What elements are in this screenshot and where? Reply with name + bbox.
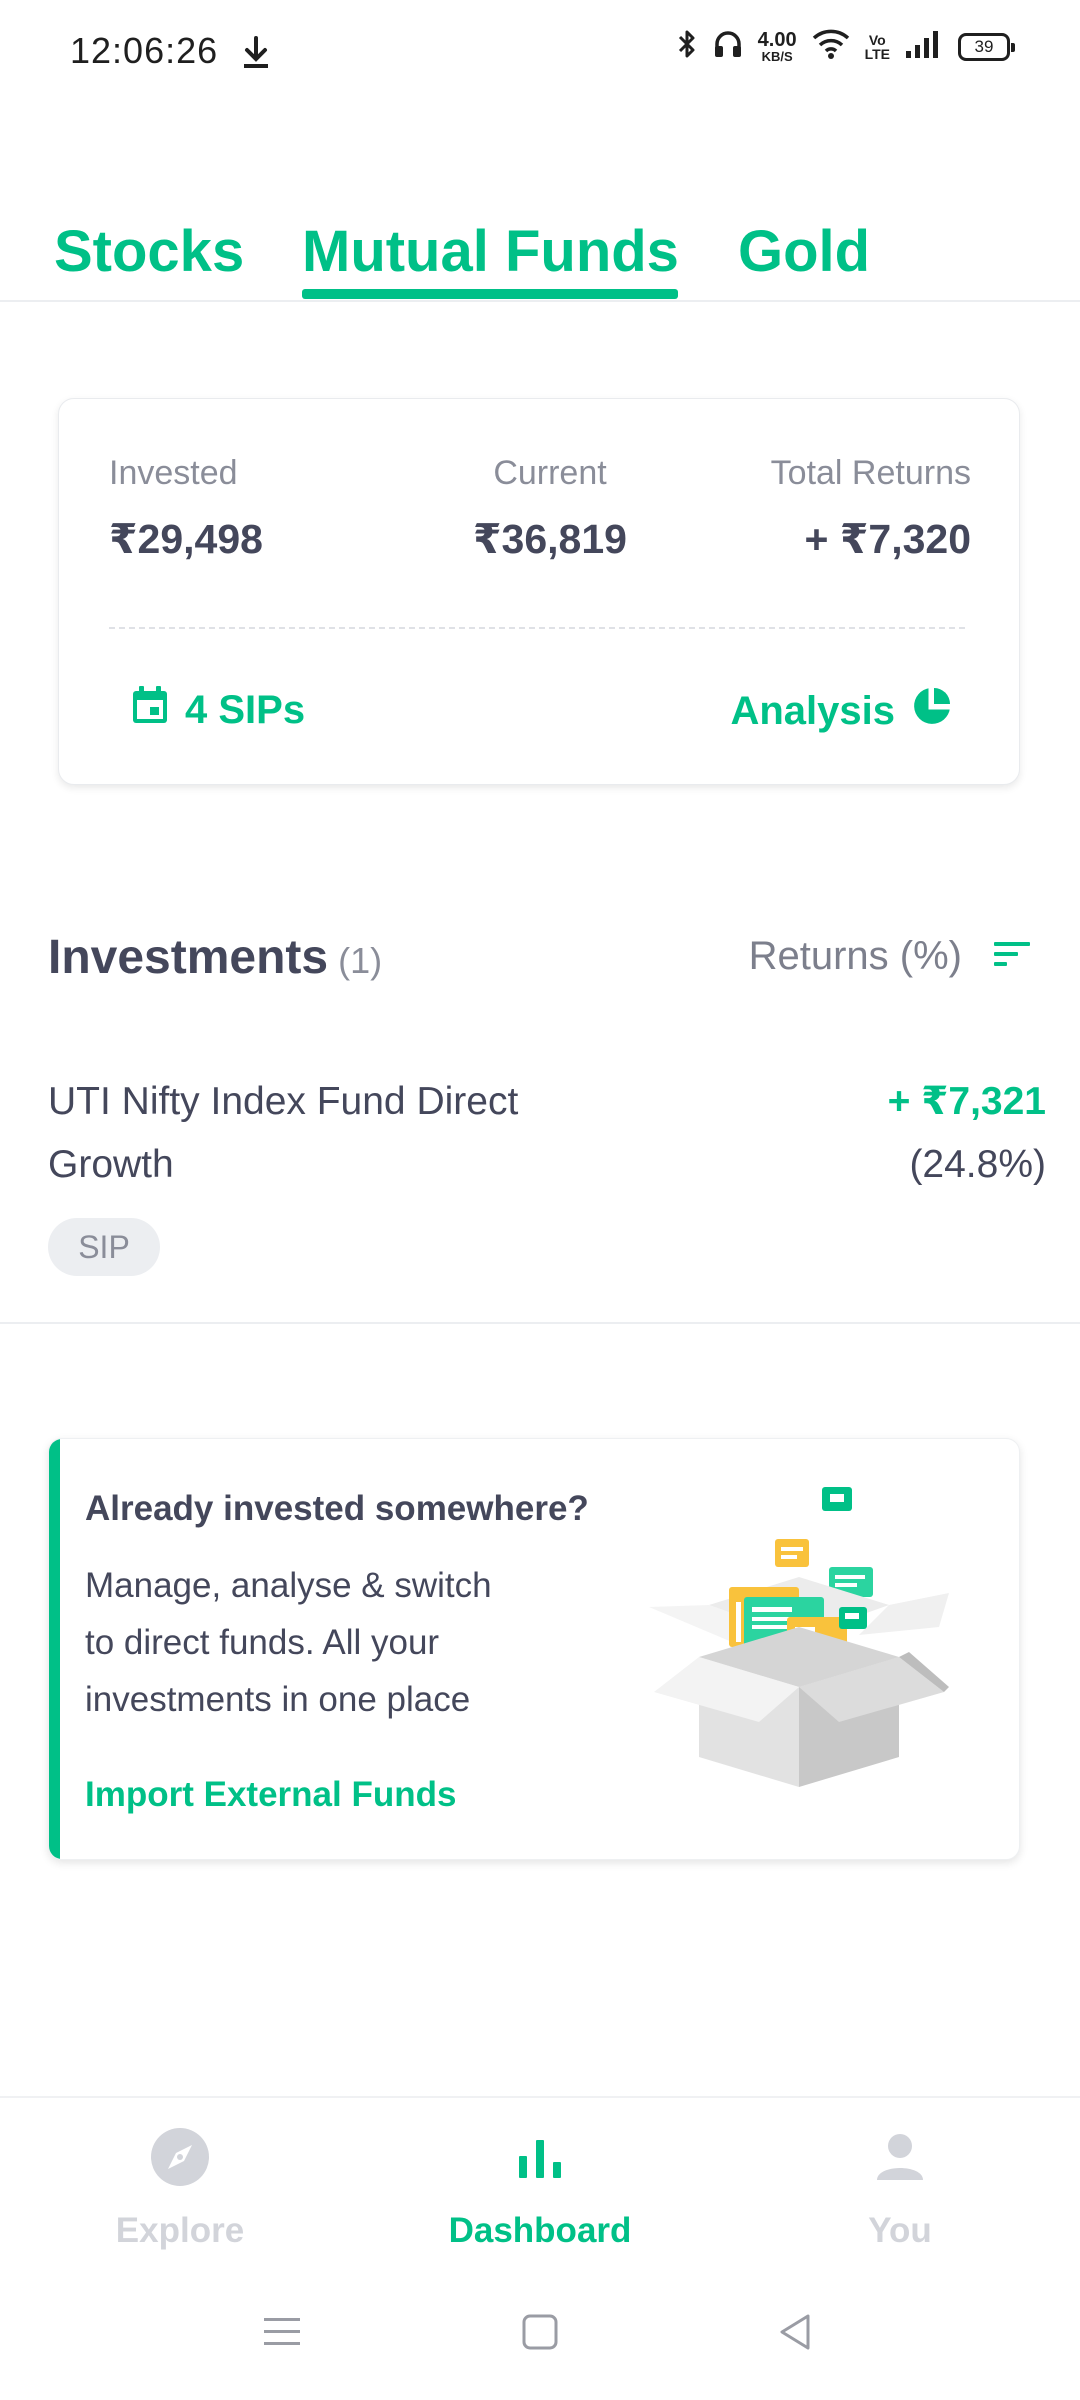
system-navigation-bar <box>0 2280 1080 2400</box>
headphones-icon <box>712 28 744 65</box>
sort-icon <box>992 938 1032 975</box>
portfolio-summary-card: Invested ₹29,498 Current ₹36,819 Total R… <box>58 398 1020 785</box>
nav-you-label: You <box>868 2211 932 2250</box>
bottom-navigation: Explore Dashboard You <box>0 2096 1080 2280</box>
nav-dashboard[interactable]: Dashboard <box>410 2126 670 2251</box>
investments-count: (1) <box>338 940 383 981</box>
total-returns-label: Total Returns <box>770 454 971 492</box>
person-icon <box>869 2126 931 2193</box>
status-bar: 12:06:26 4.00 KB/S Vo LTE 39 <box>0 0 1080 110</box>
tab-mutual-funds[interactable]: Mutual Funds <box>302 217 679 287</box>
download-icon <box>240 36 272 75</box>
investments-title: Investments (1) <box>48 931 383 984</box>
bar-chart-icon <box>509 2126 571 2193</box>
volte-indicator: Vo LTE <box>864 31 890 62</box>
dashed-divider <box>109 627 965 629</box>
status-icons: 4.00 KB/S Vo LTE 39 <box>676 28 1015 65</box>
invested-summary: Invested ₹29,498 <box>109 454 263 563</box>
asset-tabs: Stocks Mutual Funds Gold <box>0 205 1080 302</box>
analysis-button[interactable]: Analysis <box>730 685 953 737</box>
tab-stocks[interactable]: Stocks <box>54 217 244 287</box>
fund-returns: + ₹7,321 (24.8%) <box>888 1070 1046 1196</box>
current-label: Current <box>493 454 607 492</box>
tab-gold[interactable]: Gold <box>738 217 870 287</box>
open-box-illustration <box>649 1467 969 1797</box>
sort-label: Returns (%) <box>748 934 962 978</box>
sips-label: 4 SIPs <box>185 687 306 732</box>
menu-icon[interactable] <box>262 2312 302 2357</box>
investments-header: Investments (1) Returns (%) <box>48 930 1032 990</box>
nav-explore[interactable]: Explore <box>50 2126 310 2251</box>
signal-icon <box>904 29 944 64</box>
active-tab-indicator <box>302 289 678 299</box>
home-icon[interactable] <box>520 2312 560 2357</box>
nav-you[interactable]: You <box>770 2126 1030 2251</box>
current-summary: Current ₹36,819 <box>465 454 635 563</box>
import-description: Manage, analyse & switch to direct funds… <box>85 1566 492 1719</box>
total-returns-value: + ₹7,320 <box>804 516 971 562</box>
sip-tag: SIP <box>48 1218 160 1276</box>
sort-control[interactable]: Returns (%) <box>749 934 1032 979</box>
nav-explore-label: Explore <box>115 2211 245 2250</box>
pie-chart-icon <box>911 685 953 737</box>
back-icon[interactable] <box>776 2312 816 2357</box>
import-external-funds-link[interactable]: Import External Funds <box>85 1775 456 1815</box>
sips-button[interactable]: 4 SIPs <box>131 685 305 735</box>
import-title: Already invested somewhere? <box>85 1489 589 1528</box>
current-value: ₹36,819 <box>473 516 627 562</box>
card-accent-bar <box>49 1439 60 1859</box>
invested-label: Invested <box>109 454 238 492</box>
calendar-icon <box>131 685 169 735</box>
network-speed: 4.00 KB/S <box>757 29 797 64</box>
import-funds-card[interactable]: Already invested somewhere? Manage, anal… <box>48 1438 1020 1860</box>
status-time: 12:06:26 <box>70 30 219 71</box>
analysis-label: Analysis <box>730 688 895 733</box>
wifi-icon <box>811 28 851 65</box>
returns-summary: Total Returns + ₹7,320 <box>771 454 971 563</box>
compass-icon <box>149 2126 211 2193</box>
investment-row[interactable]: UTI Nifty Index Fund Direct Growth + ₹7,… <box>48 1070 1046 1290</box>
fund-returns-absolute: + ₹7,321 <box>887 1080 1046 1123</box>
nav-dashboard-label: Dashboard <box>448 2211 632 2250</box>
fund-name: UTI Nifty Index Fund Direct Growth <box>48 1080 519 1186</box>
fund-returns-percent: (24.8%) <box>909 1143 1046 1186</box>
battery-indicator: 39 <box>958 32 1015 61</box>
row-divider <box>0 1322 1080 1324</box>
bluetooth-icon <box>676 28 698 65</box>
invested-value: ₹29,498 <box>109 516 263 562</box>
